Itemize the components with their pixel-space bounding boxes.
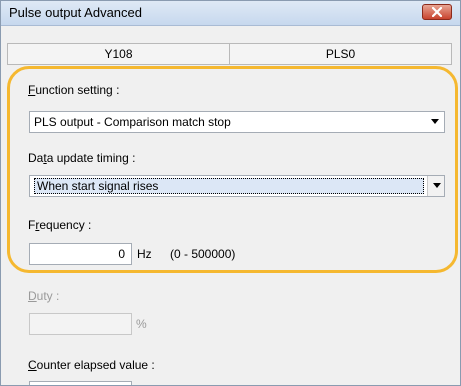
counter-elapsed-label: Counter elapsed value :: [28, 358, 155, 372]
frequency-range: (0 - 500000): [170, 247, 236, 261]
tab-pls0[interactable]: PLS0: [230, 43, 452, 65]
frequency-label: Frequency :: [28, 218, 92, 232]
chevron-down-icon: [433, 183, 441, 188]
dropdown-button-area: [427, 176, 444, 196]
data-update-timing-label: Data update timing :: [28, 151, 136, 165]
function-setting-label: Function setting :: [28, 83, 120, 97]
tab-y108[interactable]: Y108: [7, 43, 230, 65]
function-setting-select[interactable]: PLS output - Comparison match stop: [29, 111, 445, 133]
duty-input[interactable]: [29, 313, 132, 335]
chevron-down-icon: [431, 119, 439, 124]
title-bar: Pulse output Advanced: [1, 1, 460, 26]
duty-label: Duty :: [28, 289, 60, 303]
function-setting-value: PLS output - Comparison match stop: [34, 115, 231, 129]
frequency-unit: Hz: [137, 247, 152, 261]
data-update-timing-value: When start signal rises: [34, 178, 424, 194]
data-update-timing-select[interactable]: When start signal rises: [29, 175, 445, 197]
close-icon: [432, 7, 442, 17]
frequency-input[interactable]: 0: [29, 243, 132, 265]
counter-elapsed-input[interactable]: [29, 381, 132, 385]
highlight-outline: [7, 66, 458, 273]
duty-unit: %: [136, 317, 147, 331]
close-button[interactable]: [422, 4, 452, 20]
window-title: Pulse output Advanced: [9, 5, 142, 20]
tab-strip: Y108 PLS0: [7, 43, 452, 67]
pulse-output-window: Pulse output Advanced Y108 PLS0 Function…: [0, 0, 461, 386]
